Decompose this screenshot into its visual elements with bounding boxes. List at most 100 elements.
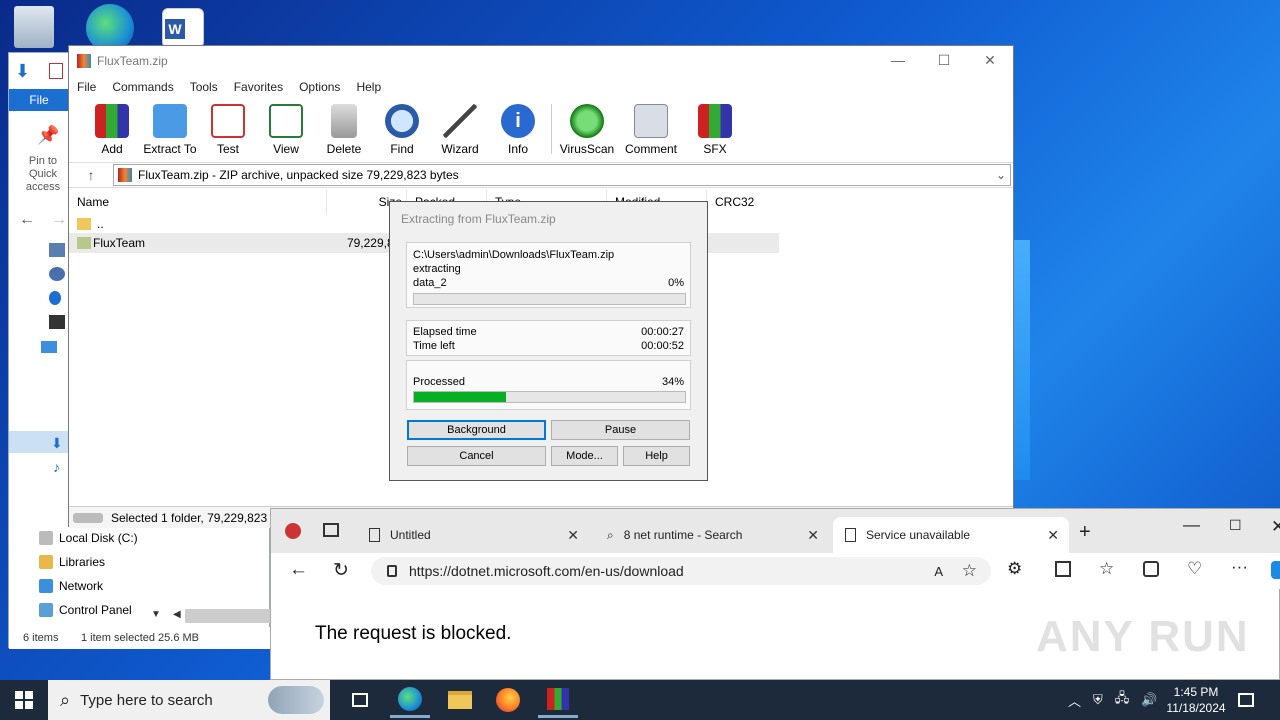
clock[interactable]: 1:45 PM 11/18/2024: [1164, 680, 1228, 720]
close-button[interactable]: ✕: [967, 52, 1013, 72]
url-bar[interactable]: https://dotnet.microsoft.com/en-us/downl…: [371, 557, 991, 585]
taskbar-firefox[interactable]: [488, 682, 528, 718]
maximize-icon[interactable]: ☐: [1229, 517, 1242, 534]
comment-button[interactable]: Comment: [616, 100, 686, 156]
processed-group: Processed 34%: [406, 360, 691, 410]
blocked-message: The request is blocked.: [315, 623, 512, 644]
url-text: https://dotnet.microsoft.com/en-us/downl…: [409, 563, 684, 579]
security-icon[interactable]: ⛨: [1093, 692, 1103, 708]
folder-up-icon: [77, 218, 91, 230]
column-name[interactable]: Name: [69, 190, 327, 214]
profile-icon[interactable]: [285, 523, 301, 539]
new-tab-icon[interactable]: +: [1079, 521, 1091, 544]
taskbar-search-box[interactable]: ⌕ Type here to search: [48, 680, 330, 720]
find-button[interactable]: Find: [373, 100, 431, 156]
tab-actions-icon[interactable]: [323, 523, 339, 537]
recycle-bin-icon[interactable]: [14, 6, 54, 48]
network-icon[interactable]: 🖧: [1115, 689, 1130, 711]
sfx-button[interactable]: SFX: [686, 100, 744, 156]
menu-options[interactable]: Options: [299, 80, 340, 94]
close-tab-icon[interactable]: ✕: [807, 527, 819, 544]
taskbar-winrar[interactable]: [538, 682, 578, 718]
desktop-icon[interactable]: [49, 243, 65, 257]
minimize-button[interactable]: —: [875, 52, 921, 72]
settings-icon[interactable]: [49, 267, 65, 281]
downloads-nav-icon[interactable]: ⬇: [51, 435, 63, 452]
extensions-icon[interactable]: ⚙: [1007, 559, 1022, 579]
back-arrow-icon[interactable]: ←: [19, 211, 35, 229]
virusscan-button[interactable]: VirusScan: [558, 100, 616, 156]
collections-icon[interactable]: [1143, 561, 1159, 577]
menu-tools[interactable]: Tools: [190, 80, 218, 94]
tree-item-libraries[interactable]: Libraries: [39, 551, 105, 573]
total-progress-bar: [413, 391, 686, 403]
minimize-icon[interactable]: —: [1183, 515, 1200, 535]
info-button[interactable]: i Info: [489, 100, 547, 156]
refresh-icon[interactable]: ↻: [333, 559, 349, 582]
close-tab-icon[interactable]: ✕: [567, 527, 579, 544]
search-icon[interactable]: [49, 291, 61, 305]
favorites-icon[interactable]: ☆: [1099, 559, 1114, 579]
test-button[interactable]: Test: [199, 100, 257, 156]
show-hidden-icons-icon[interactable]: ︿: [1068, 691, 1081, 710]
browser-essentials-icon[interactable]: ♡: [1187, 559, 1202, 579]
pin-to-quick-access-label[interactable]: Pin to Quick access: [15, 155, 71, 194]
help-button[interactable]: Help: [623, 446, 690, 466]
chevron-down-icon[interactable]: ⌄: [992, 168, 1010, 182]
tree-item-control-panel[interactable]: Control Panel: [39, 599, 132, 621]
copilot-icon[interactable]: [1271, 561, 1280, 579]
menu-file[interactable]: File: [77, 80, 96, 94]
notifications-button[interactable]: [1238, 680, 1254, 720]
download-icon[interactable]: ⬇: [15, 61, 30, 82]
music-nav-icon[interactable]: ♪: [53, 459, 60, 475]
taskbar-file-explorer[interactable]: [440, 682, 480, 718]
forward-arrow-icon[interactable]: →: [51, 211, 67, 229]
volume-icon[interactable]: 🔊: [1141, 692, 1157, 708]
tab-untitled[interactable]: Untitled ✕: [357, 517, 589, 553]
this-pc-icon[interactable]: [41, 341, 57, 353]
view-label: View: [273, 142, 299, 156]
view-button[interactable]: View: [257, 100, 315, 156]
search-placeholder: Type here to search: [80, 691, 213, 709]
tree-item-network[interactable]: Network: [39, 575, 103, 597]
start-button[interactable]: [4, 682, 44, 718]
more-menu-icon[interactable]: ···: [1231, 557, 1248, 577]
film-icon[interactable]: [49, 315, 65, 329]
current-file-name: data_2: [413, 277, 447, 289]
archive-path-field[interactable]: FluxTeam.zip - ZIP archive, unpacked siz…: [113, 164, 1011, 186]
column-crc32[interactable]: CRC32: [707, 190, 777, 214]
task-view-button[interactable]: [340, 682, 380, 718]
favorite-star-icon[interactable]: ☆: [962, 561, 977, 581]
add-button[interactable]: Add: [83, 100, 141, 156]
explorer-file-tab[interactable]: File: [9, 89, 69, 111]
maximize-button[interactable]: ☐: [921, 52, 967, 72]
pause-button[interactable]: Pause: [551, 420, 690, 440]
word-document-icon[interactable]: W: [162, 8, 204, 48]
taskbar-edge[interactable]: [390, 682, 430, 718]
read-aloud-icon[interactable]: A: [934, 564, 943, 579]
tab-service-unavailable[interactable]: Service unavailable ✕: [833, 517, 1069, 553]
menu-commands[interactable]: Commands: [112, 80, 173, 94]
pin-icon[interactable]: 📌: [37, 125, 59, 146]
back-icon[interactable]: ←: [289, 559, 308, 581]
up-arrow-icon[interactable]: ↑: [69, 167, 113, 183]
split-screen-icon[interactable]: [1055, 561, 1071, 577]
toolbar-separator: [551, 104, 552, 154]
scroll-down-icon[interactable]: ▼: [151, 609, 161, 620]
scroll-left-icon[interactable]: ◀: [173, 609, 181, 620]
tab-search[interactable]: ⌕ 8 net runtime - Search ✕: [595, 517, 829, 553]
system-tray: ︿ ⛨ 🖧 🔊: [1068, 680, 1157, 720]
properties-icon[interactable]: [49, 63, 63, 79]
background-button[interactable]: Background: [407, 420, 546, 440]
menu-favorites[interactable]: Favorites: [234, 80, 283, 94]
extract-to-button[interactable]: Extract To: [141, 100, 199, 156]
cancel-button[interactable]: Cancel: [407, 446, 546, 466]
close-tab-icon[interactable]: ✕: [1047, 527, 1059, 544]
menu-help[interactable]: Help: [356, 80, 381, 94]
delete-button[interactable]: Delete: [315, 100, 373, 156]
tree-item-local-disk[interactable]: Local Disk (C:): [39, 527, 138, 549]
close-icon[interactable]: ✕: [1271, 517, 1280, 537]
wizard-button[interactable]: Wizard: [431, 100, 489, 156]
horizontal-scrollbar[interactable]: [185, 609, 271, 623]
mode-button[interactable]: Mode...: [551, 446, 618, 466]
